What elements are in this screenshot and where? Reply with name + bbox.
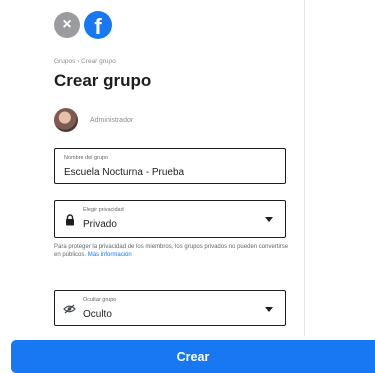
group-name-label: Nombre del grupo — [64, 155, 109, 161]
close-icon[interactable]: × — [54, 12, 80, 38]
group-name-field[interactable]: Nombre del grupo Escuela Nocturna - Prue… — [54, 148, 286, 184]
top-bar: × f — [54, 11, 112, 39]
privacy-select[interactable]: Elegir privacidad Privado — [54, 200, 286, 238]
visibility-label: Ocultar grupo — [83, 297, 117, 303]
page-title: Crear grupo — [54, 71, 152, 90]
privacy-help-text: Para proteger la privacidad de los miemb… — [54, 243, 290, 259]
group-name-value[interactable]: Escuela Nocturna - Prueba — [64, 167, 184, 178]
privacy-value: Privado — [83, 219, 117, 230]
visibility-select[interactable]: Ocultar grupo Oculto — [54, 290, 286, 326]
chevron-down-icon — [265, 307, 273, 312]
eye-off-icon — [63, 304, 76, 314]
facebook-logo-icon[interactable]: f — [84, 11, 112, 39]
visibility-value: Oculto — [83, 309, 112, 320]
admin-row: Administrador — [54, 108, 133, 132]
admin-role-label: Administrador — [90, 116, 134, 124]
lock-icon — [66, 214, 74, 226]
chevron-down-icon — [265, 217, 273, 222]
privacy-label: Elegir privacidad — [83, 207, 124, 213]
learn-more-link[interactable]: Más información — [88, 252, 132, 258]
create-group-panel: × f Grupos › Crear grupo Crear grupo Adm… — [44, 0, 305, 336]
create-button[interactable]: Crear — [11, 340, 375, 373]
breadcrumb: Grupos › Crear grupo — [54, 58, 116, 65]
avatar — [54, 108, 78, 132]
